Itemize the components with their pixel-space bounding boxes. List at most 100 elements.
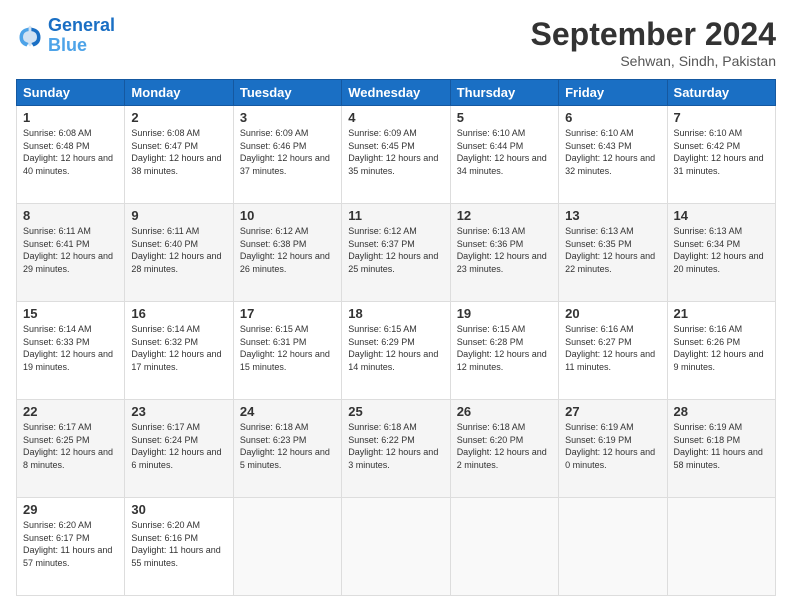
day-number: 25 <box>348 404 443 419</box>
sunrise-label: Sunrise: 6:14 AM <box>131 324 200 334</box>
main-title: September 2024 <box>531 16 776 53</box>
daylight-label: Daylight: 12 hours and 22 minutes. <box>565 251 655 274</box>
calendar-cell: 17 Sunrise: 6:15 AM Sunset: 6:31 PM Dayl… <box>233 302 341 400</box>
day-number: 6 <box>565 110 660 125</box>
calendar-cell: 27 Sunrise: 6:19 AM Sunset: 6:19 PM Dayl… <box>559 400 667 498</box>
calendar-cell <box>233 498 341 596</box>
calendar-cell: 19 Sunrise: 6:15 AM Sunset: 6:28 PM Dayl… <box>450 302 558 400</box>
sunrise-label: Sunrise: 6:13 AM <box>674 226 743 236</box>
sunrise-label: Sunrise: 6:13 AM <box>457 226 526 236</box>
calendar-cell <box>450 498 558 596</box>
page: General Blue September 2024 Sehwan, Sind… <box>0 0 792 612</box>
calendar-cell: 5 Sunrise: 6:10 AM Sunset: 6:44 PM Dayli… <box>450 106 558 204</box>
sunrise-label: Sunrise: 6:19 AM <box>565 422 634 432</box>
day-info: Sunrise: 6:15 AM Sunset: 6:28 PM Dayligh… <box>457 323 552 373</box>
day-number: 17 <box>240 306 335 321</box>
calendar-cell: 12 Sunrise: 6:13 AM Sunset: 6:36 PM Dayl… <box>450 204 558 302</box>
calendar-cell: 25 Sunrise: 6:18 AM Sunset: 6:22 PM Dayl… <box>342 400 450 498</box>
daylight-label: Daylight: 12 hours and 34 minutes. <box>457 153 547 176</box>
calendar-cell: 22 Sunrise: 6:17 AM Sunset: 6:25 PM Dayl… <box>17 400 125 498</box>
sunrise-label: Sunrise: 6:10 AM <box>674 128 743 138</box>
sunset-label: Sunset: 6:27 PM <box>565 337 632 347</box>
daylight-label: Daylight: 12 hours and 38 minutes. <box>131 153 221 176</box>
sunrise-label: Sunrise: 6:10 AM <box>457 128 526 138</box>
day-info: Sunrise: 6:18 AM Sunset: 6:22 PM Dayligh… <box>348 421 443 471</box>
sunrise-label: Sunrise: 6:13 AM <box>565 226 634 236</box>
calendar-cell: 21 Sunrise: 6:16 AM Sunset: 6:26 PM Dayl… <box>667 302 775 400</box>
calendar-header-row: Sunday Monday Tuesday Wednesday Thursday… <box>17 80 776 106</box>
logo-text: General Blue <box>48 16 115 56</box>
day-info: Sunrise: 6:11 AM Sunset: 6:41 PM Dayligh… <box>23 225 118 275</box>
daylight-label: Daylight: 12 hours and 19 minutes. <box>23 349 113 372</box>
sunrise-label: Sunrise: 6:20 AM <box>131 520 200 530</box>
sunset-label: Sunset: 6:45 PM <box>348 141 415 151</box>
day-info: Sunrise: 6:13 AM Sunset: 6:36 PM Dayligh… <box>457 225 552 275</box>
day-number: 15 <box>23 306 118 321</box>
calendar-cell: 1 Sunrise: 6:08 AM Sunset: 6:48 PM Dayli… <box>17 106 125 204</box>
sunrise-label: Sunrise: 6:15 AM <box>457 324 526 334</box>
day-number: 8 <box>23 208 118 223</box>
calendar-week-3: 15 Sunrise: 6:14 AM Sunset: 6:33 PM Dayl… <box>17 302 776 400</box>
sunrise-label: Sunrise: 6:20 AM <box>23 520 92 530</box>
sunset-label: Sunset: 6:19 PM <box>565 435 632 445</box>
sunset-label: Sunset: 6:40 PM <box>131 239 198 249</box>
sunrise-label: Sunrise: 6:18 AM <box>348 422 417 432</box>
sunset-label: Sunset: 6:20 PM <box>457 435 524 445</box>
day-number: 9 <box>131 208 226 223</box>
header-sunday: Sunday <box>17 80 125 106</box>
day-number: 18 <box>348 306 443 321</box>
day-number: 13 <box>565 208 660 223</box>
daylight-label: Daylight: 12 hours and 0 minutes. <box>565 447 655 470</box>
daylight-label: Daylight: 12 hours and 6 minutes. <box>131 447 221 470</box>
sunset-label: Sunset: 6:36 PM <box>457 239 524 249</box>
sunset-label: Sunset: 6:25 PM <box>23 435 90 445</box>
day-number: 29 <box>23 502 118 517</box>
day-number: 20 <box>565 306 660 321</box>
calendar-cell: 11 Sunrise: 6:12 AM Sunset: 6:37 PM Dayl… <box>342 204 450 302</box>
daylight-label: Daylight: 12 hours and 40 minutes. <box>23 153 113 176</box>
calendar-cell: 20 Sunrise: 6:16 AM Sunset: 6:27 PM Dayl… <box>559 302 667 400</box>
calendar-cell: 18 Sunrise: 6:15 AM Sunset: 6:29 PM Dayl… <box>342 302 450 400</box>
sunset-label: Sunset: 6:43 PM <box>565 141 632 151</box>
daylight-label: Daylight: 12 hours and 15 minutes. <box>240 349 330 372</box>
sunset-label: Sunset: 6:42 PM <box>674 141 741 151</box>
sunset-label: Sunset: 6:48 PM <box>23 141 90 151</box>
sunset-label: Sunset: 6:31 PM <box>240 337 307 347</box>
day-info: Sunrise: 6:10 AM Sunset: 6:42 PM Dayligh… <box>674 127 769 177</box>
day-info: Sunrise: 6:12 AM Sunset: 6:37 PM Dayligh… <box>348 225 443 275</box>
day-info: Sunrise: 6:15 AM Sunset: 6:29 PM Dayligh… <box>348 323 443 373</box>
header-thursday: Thursday <box>450 80 558 106</box>
sunrise-label: Sunrise: 6:12 AM <box>240 226 309 236</box>
day-info: Sunrise: 6:16 AM Sunset: 6:27 PM Dayligh… <box>565 323 660 373</box>
calendar-cell: 23 Sunrise: 6:17 AM Sunset: 6:24 PM Dayl… <box>125 400 233 498</box>
day-info: Sunrise: 6:08 AM Sunset: 6:48 PM Dayligh… <box>23 127 118 177</box>
sunrise-label: Sunrise: 6:11 AM <box>131 226 199 236</box>
header-monday: Monday <box>125 80 233 106</box>
sunset-label: Sunset: 6:35 PM <box>565 239 632 249</box>
sunrise-label: Sunrise: 6:18 AM <box>457 422 526 432</box>
day-info: Sunrise: 6:11 AM Sunset: 6:40 PM Dayligh… <box>131 225 226 275</box>
sunrise-label: Sunrise: 6:19 AM <box>674 422 743 432</box>
day-info: Sunrise: 6:16 AM Sunset: 6:26 PM Dayligh… <box>674 323 769 373</box>
sunrise-label: Sunrise: 6:08 AM <box>23 128 92 138</box>
sunrise-label: Sunrise: 6:18 AM <box>240 422 309 432</box>
day-number: 10 <box>240 208 335 223</box>
sunrise-label: Sunrise: 6:09 AM <box>240 128 309 138</box>
sunset-label: Sunset: 6:28 PM <box>457 337 524 347</box>
calendar-cell <box>342 498 450 596</box>
sunset-label: Sunset: 6:38 PM <box>240 239 307 249</box>
sunrise-label: Sunrise: 6:16 AM <box>565 324 634 334</box>
daylight-label: Daylight: 11 hours and 55 minutes. <box>131 545 220 568</box>
day-info: Sunrise: 6:08 AM Sunset: 6:47 PM Dayligh… <box>131 127 226 177</box>
daylight-label: Daylight: 11 hours and 58 minutes. <box>674 447 763 470</box>
day-number: 12 <box>457 208 552 223</box>
sunset-label: Sunset: 6:41 PM <box>23 239 90 249</box>
daylight-label: Daylight: 12 hours and 25 minutes. <box>348 251 438 274</box>
sunrise-label: Sunrise: 6:15 AM <box>348 324 417 334</box>
calendar-week-1: 1 Sunrise: 6:08 AM Sunset: 6:48 PM Dayli… <box>17 106 776 204</box>
daylight-label: Daylight: 12 hours and 37 minutes. <box>240 153 330 176</box>
sunrise-label: Sunrise: 6:09 AM <box>348 128 417 138</box>
sunset-label: Sunset: 6:34 PM <box>674 239 741 249</box>
day-info: Sunrise: 6:14 AM Sunset: 6:32 PM Dayligh… <box>131 323 226 373</box>
calendar-cell: 16 Sunrise: 6:14 AM Sunset: 6:32 PM Dayl… <box>125 302 233 400</box>
